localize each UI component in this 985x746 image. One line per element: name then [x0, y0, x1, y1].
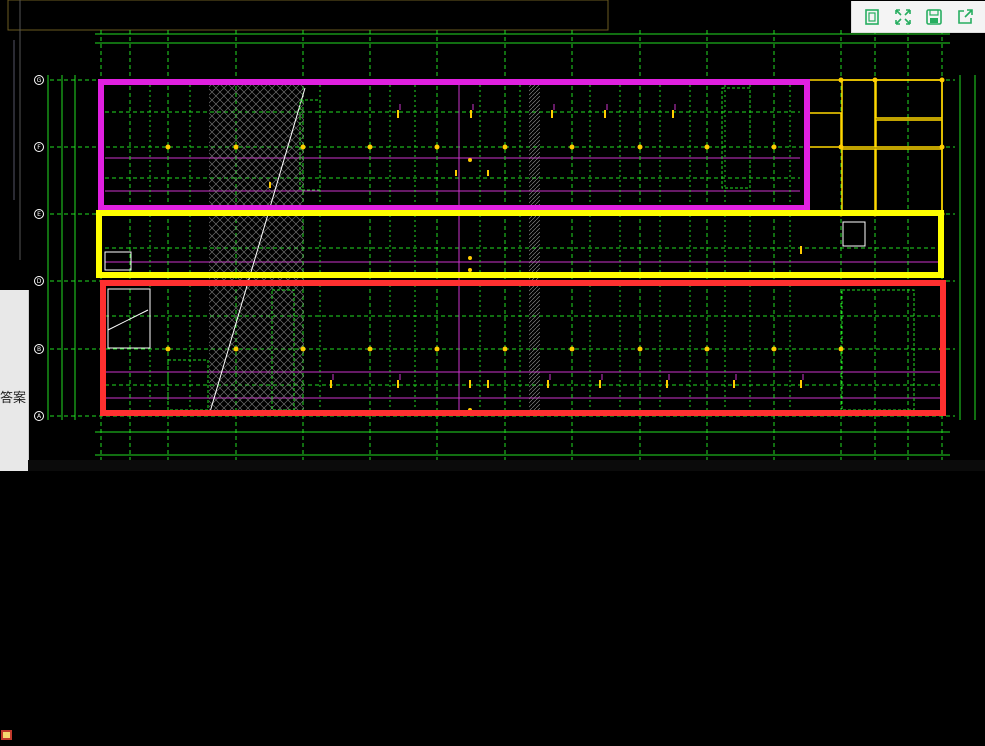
save-icon	[926, 8, 942, 25]
fit-page-button[interactable]	[861, 6, 883, 28]
fullscreen-button[interactable]	[892, 6, 914, 28]
axis-label-e: E	[37, 211, 41, 218]
document-icon	[0, 727, 14, 741]
hatched-area	[209, 85, 304, 413]
share-icon	[958, 8, 974, 24]
hatched-column	[529, 85, 540, 413]
axis-label-d: D	[37, 278, 42, 285]
cad-drawing-canvas[interactable]: G F E D B A	[0, 0, 985, 471]
background-window-panel: 答案	[0, 290, 29, 740]
viewer-toolbar	[851, 1, 985, 33]
fit-page-icon	[864, 8, 879, 25]
save-button[interactable]	[923, 6, 945, 28]
expand-icon	[895, 8, 911, 25]
side-panel-label: 答案	[0, 391, 27, 406]
bottom-border-strip	[28, 460, 985, 471]
share-button[interactable]	[954, 6, 976, 28]
axis-label-b: B	[37, 346, 41, 353]
axis-label-g: G	[37, 77, 42, 84]
axis-label-f: F	[37, 144, 41, 151]
